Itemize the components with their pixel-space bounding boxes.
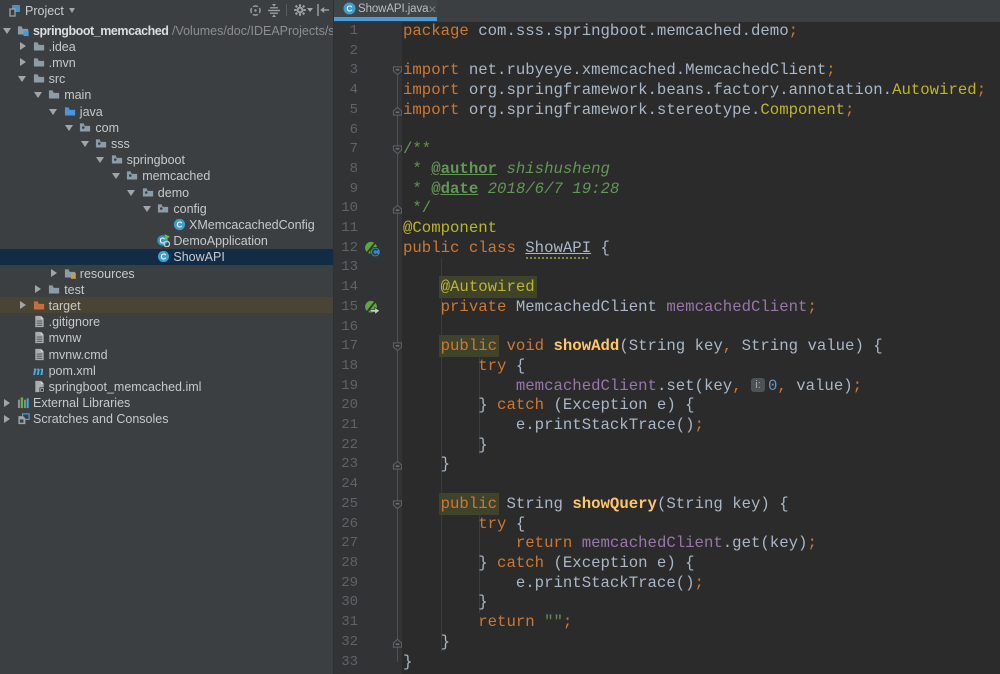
- svg-text:C: C: [161, 252, 167, 262]
- svg-text:C: C: [346, 4, 352, 14]
- svg-text:m: m: [33, 364, 44, 377]
- svg-text:C: C: [176, 219, 182, 229]
